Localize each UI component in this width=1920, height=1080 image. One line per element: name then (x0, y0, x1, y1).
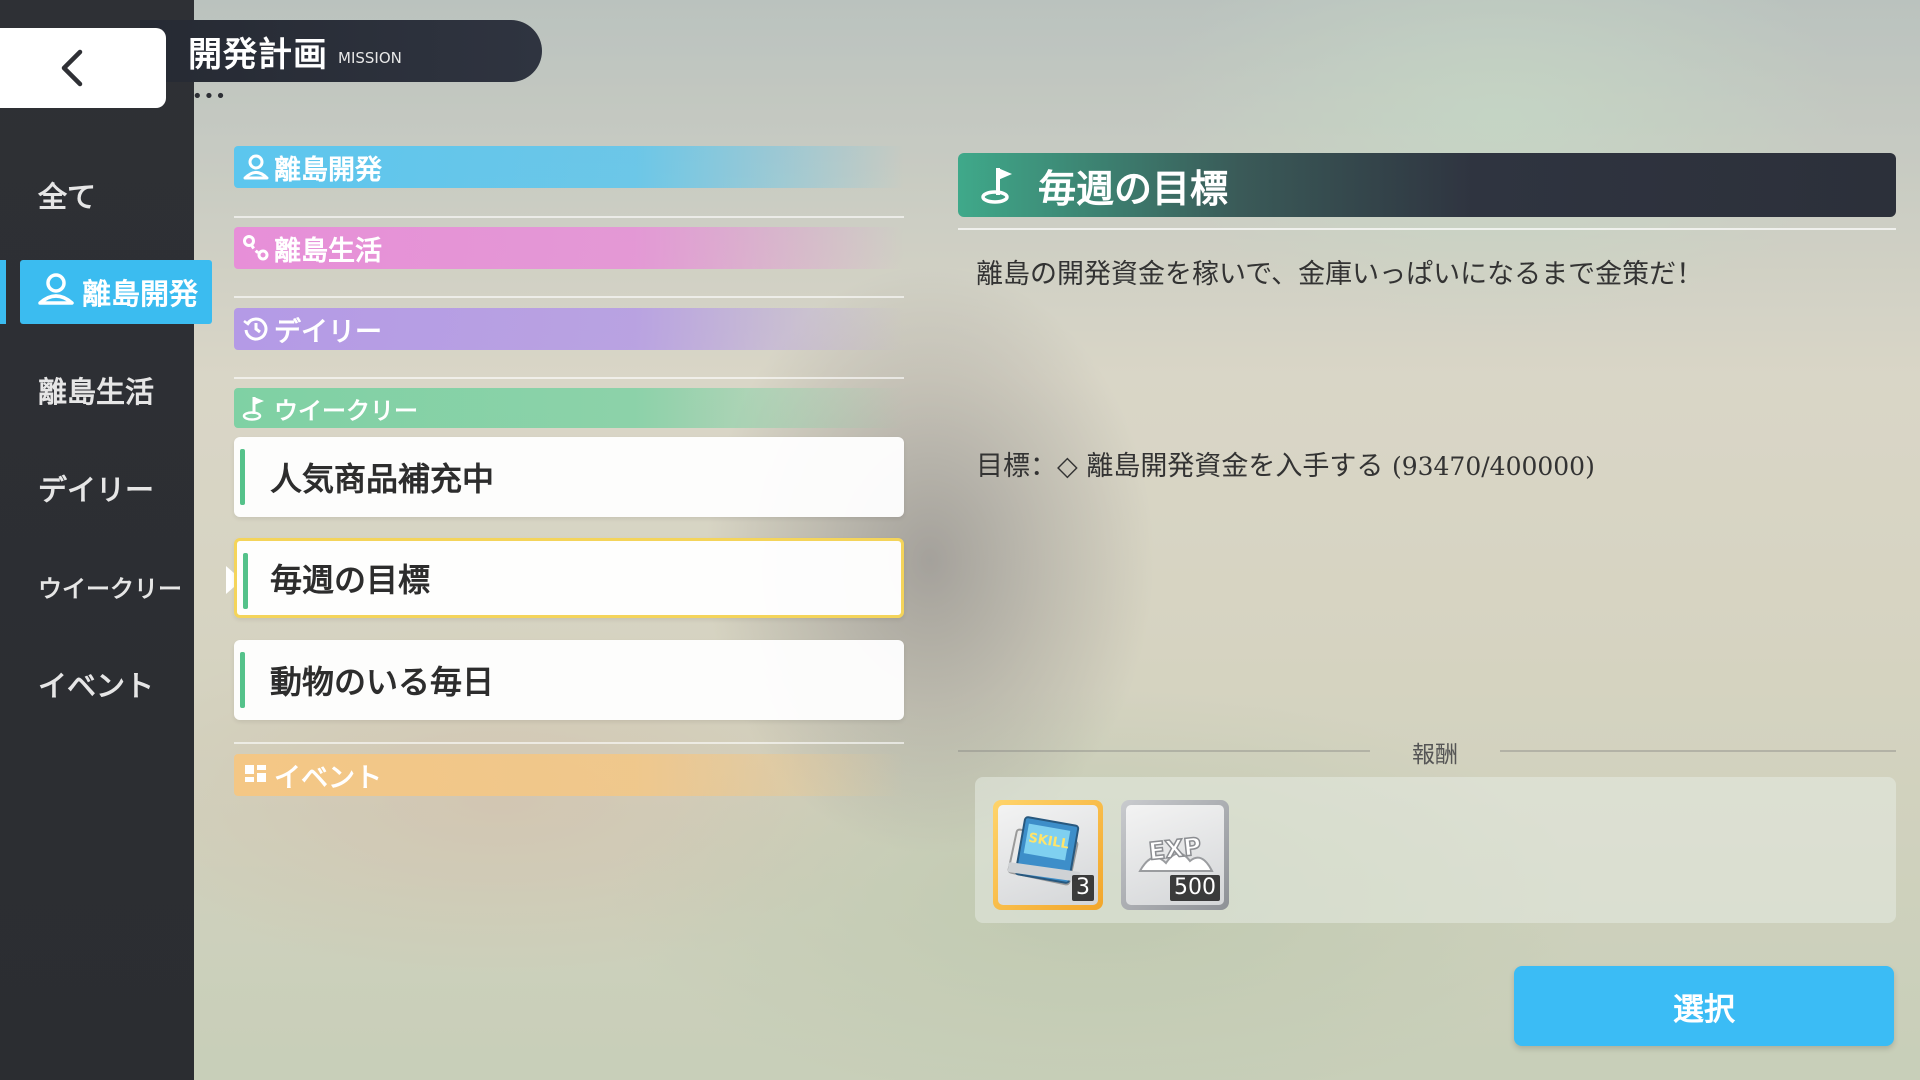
reward-count: 3 (1072, 875, 1094, 901)
sidebar-item-label: ウイークリー (38, 574, 182, 603)
sidebar-item-event[interactable]: イベント (0, 652, 194, 716)
header-dots: ••• (192, 86, 227, 107)
category-weekly[interactable]: ウイークリー (234, 388, 904, 428)
svg-text:EXP: EXP (1147, 832, 1202, 865)
mission-title: 人気商品補充中 (270, 460, 495, 498)
category-label: ウイークリー (274, 396, 418, 425)
sidebar-item-label: イベント (38, 669, 155, 703)
reward-item[interactable]: SKILL 3 (993, 800, 1103, 910)
rewards-panel (975, 777, 1896, 923)
sidebar-item-label: 離島開発 (82, 277, 199, 311)
chevron-left-icon (61, 49, 83, 87)
divider (234, 216, 904, 218)
detail-header: 毎週の目標 (958, 153, 1896, 217)
category-daily[interactable]: デイリー (234, 308, 904, 350)
flag-icon (242, 394, 270, 422)
divider (958, 228, 1896, 230)
goal-progress: (93470/400000) (1391, 452, 1595, 481)
divider (234, 742, 904, 744)
skill-book-icon: SKILL 3 (998, 805, 1098, 905)
reward-item[interactable]: EXP 500 (1121, 800, 1229, 910)
mission-card-selected[interactable]: 毎週の目標 (234, 538, 904, 618)
category-island-life[interactable]: 離島生活 (234, 227, 904, 269)
category-label: 離島開発 (274, 154, 382, 186)
divider (234, 296, 904, 298)
divider (234, 377, 904, 379)
exp-icon: EXP 500 (1126, 805, 1224, 905)
sidebar-item-label: 全て (38, 180, 97, 214)
sidebar-item-all[interactable]: 全て (0, 163, 194, 227)
route-icon (242, 234, 270, 262)
mission-title: 毎週の目標 (270, 561, 431, 599)
sidebar-item-label: 離島生活 (38, 375, 155, 409)
divider (1500, 750, 1896, 752)
map-pin-icon (242, 153, 270, 181)
back-button[interactable] (0, 28, 166, 108)
sidebar-item-daily[interactable]: デイリー (0, 456, 194, 520)
divider (958, 750, 1370, 752)
flag-icon (978, 163, 1022, 207)
sidebar-active-marker (0, 260, 6, 324)
map-pin-icon (36, 271, 76, 314)
mission-goal: 目標：◇ 離島開発資金を入手する (93470/400000) (976, 444, 1595, 483)
mission-description: 離島の開発資金を稼いで、金庫いっぱいになるまで金策だ！ (976, 259, 1704, 290)
sidebar-item-label: デイリー (38, 473, 155, 507)
reward-count: 500 (1170, 875, 1220, 901)
page-header: 開発計画 MISSION (140, 20, 542, 82)
sidebar-item-island-life[interactable]: 離島生活 (0, 358, 194, 422)
page-subtitle: MISSION (338, 49, 402, 67)
mission-card[interactable]: 人気商品補充中 (234, 437, 904, 517)
mission-title: 動物のいる毎日 (270, 663, 495, 701)
sidebar-item-island-development[interactable]: 離島開発 (20, 260, 212, 324)
page-title: 開発計画 (188, 34, 328, 75)
grid-icon (242, 761, 270, 789)
category-label: デイリー (274, 316, 382, 348)
select-button[interactable]: 選択 (1514, 966, 1894, 1046)
category-label: イベント (274, 762, 382, 794)
goal-text: 目標：◇ 離島開発資金を入手する (976, 451, 1384, 482)
detail-title: 毎週の目標 (1038, 166, 1229, 211)
sidebar-item-weekly[interactable]: ウイークリー (0, 554, 194, 618)
sidebar (0, 0, 194, 1080)
rewards-label: 報酬 (1412, 742, 1458, 768)
mission-card[interactable]: 動物のいる毎日 (234, 640, 904, 720)
category-island-development[interactable]: 離島開発 (234, 146, 904, 188)
category-event[interactable]: イベント (234, 754, 904, 796)
category-label: 離島生活 (274, 235, 382, 267)
clock-icon (242, 315, 270, 343)
